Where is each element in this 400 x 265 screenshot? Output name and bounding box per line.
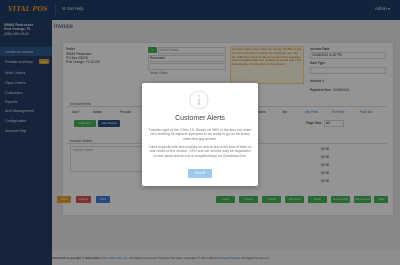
got-it-label: Got it! xyxy=(194,171,206,175)
modal-title: Customer Alerts xyxy=(175,115,225,122)
info-icon xyxy=(189,90,209,110)
modal-alert-text-1: Favorite right of the 4 Dec 15. Stocks o… xyxy=(148,128,252,141)
customer-alerts-modal: Customer Alerts Favorite right of the 4 … xyxy=(142,83,258,186)
modal-alert-text-2: Client expects milk and cookies on arriv… xyxy=(148,145,252,158)
got-it-button[interactable]: Got it! xyxy=(188,169,212,178)
